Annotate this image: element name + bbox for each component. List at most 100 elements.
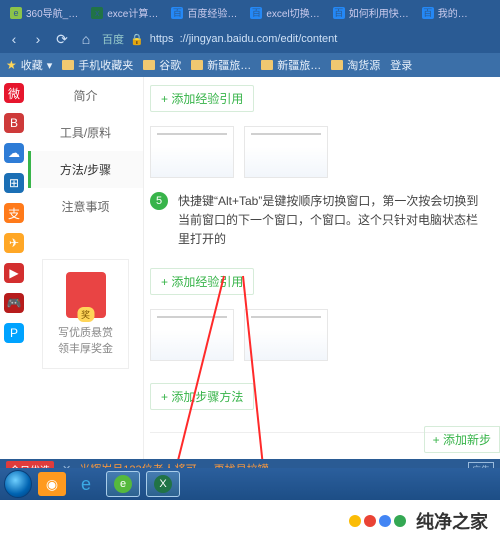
tab-favicon: 百 [250, 7, 262, 19]
reward-card[interactable]: 写优质悬赏 领丰厚奖金 [42, 259, 129, 369]
dot-icon [349, 515, 361, 527]
browser-icon: e [114, 475, 132, 493]
tab-favicon: 百 [333, 7, 345, 19]
sidebar-item-tools[interactable]: 工具/原料 [28, 114, 143, 151]
reward-gift-icon [66, 272, 106, 318]
bookmark-label: 登录 [390, 57, 412, 73]
tab-label: excel切换… [266, 5, 319, 20]
sidebar-item-steps[interactable]: 方法/步骤 [28, 151, 143, 188]
browser-left-rail: 微 B ☁ ⊞ 支 ✈ ▶ 🎮 P [0, 77, 28, 457]
step-number-badge: 5 [150, 192, 168, 210]
bookmark-mobile[interactable]: 手机收藏夹 [62, 57, 133, 73]
reward-text-1: 写优质悬赏 [49, 324, 122, 340]
rail-travel-icon[interactable]: ✈ [4, 233, 24, 253]
back-icon[interactable]: ‹ [6, 31, 22, 47]
reload-icon[interactable]: ⟳ [54, 31, 70, 48]
folder-icon [143, 60, 155, 70]
tab-favicon: e [10, 7, 22, 19]
tab-label: 360导航_… [26, 5, 78, 20]
taskbar-360browser-running[interactable]: e [106, 471, 140, 497]
tab-5[interactable]: 百我的… [416, 0, 474, 25]
rail-weibo-icon[interactable]: 微 [4, 83, 24, 103]
tab-0[interactable]: e 360导航_… [4, 0, 84, 25]
bookmark-google[interactable]: 谷歌 [143, 57, 181, 73]
tab-4[interactable]: 百如何利用快… [327, 0, 415, 25]
bookmark-label: 淘货源 [347, 57, 380, 73]
bookmark-login[interactable]: 登录 [390, 57, 412, 73]
tab-label: 我的… [438, 5, 468, 20]
editor-sidebar: 简介 工具/原料 方法/步骤 注意事项 写优质悬赏 领丰厚奖金 [28, 77, 144, 459]
url-https: https [150, 33, 174, 45]
star-icon: ★ [6, 58, 17, 72]
thumbnail[interactable] [150, 309, 234, 361]
dot-icon [379, 515, 391, 527]
tab-favicon: 百 [171, 7, 183, 19]
sidebar-item-intro[interactable]: 简介 [28, 77, 143, 114]
address-bar[interactable]: 百度 🔒 https ://jingyan.baidu.com/edit/cont… [102, 31, 494, 47]
taskbar-excel-running[interactable]: X [146, 471, 180, 497]
excel-icon: X [154, 475, 172, 493]
tab-2[interactable]: 百百度经验… [165, 0, 243, 25]
thumb-row-2 [150, 309, 486, 361]
home-icon[interactable]: ⌂ [78, 31, 94, 47]
nav-left-icons: ‹ › ⟳ ⌂ [6, 31, 94, 48]
bookmark-bar: ★收藏 ▾ 手机收藏夹 谷歌 新疆旅… 新疆旅… 淘货源 登录 [0, 53, 500, 77]
taskbar-360-icon[interactable]: ◉ [38, 472, 66, 496]
sidebar-item-notes[interactable]: 注意事项 [28, 188, 143, 225]
add-reference-button[interactable]: + 添加经验引用 [150, 85, 254, 112]
rail-bilibili-icon[interactable]: B [4, 113, 24, 133]
lock-icon: 🔒 [130, 33, 144, 46]
editor-main: + 添加经验引用 5 快捷键“Alt+Tab”是键按顺序切换窗口，第一次按会切换… [144, 77, 500, 459]
taskbar-ie-icon[interactable]: e [72, 472, 100, 496]
dot-icon [394, 515, 406, 527]
folder-icon [62, 60, 74, 70]
bookmark-label: 新疆旅… [207, 57, 251, 73]
thumbnail[interactable] [244, 309, 328, 361]
rail-p-icon[interactable]: P [4, 323, 24, 343]
tab-label: 如何利用快… [349, 5, 409, 20]
watermark-bar: 纯净之家 [0, 500, 500, 542]
tab-3[interactable]: 百 excel切换… [244, 0, 325, 25]
tab-1[interactable]: x exce计算… [85, 0, 164, 25]
page-content: 简介 工具/原料 方法/步骤 注意事项 写优质悬赏 领丰厚奖金 + 添加经验引用… [28, 77, 500, 459]
bookmark-xj2[interactable]: 新疆旅… [261, 57, 321, 73]
step-text[interactable]: 快捷键“Alt+Tab”是键按顺序切换窗口，第一次按会切换到当前窗口的下一个窗口… [178, 192, 486, 250]
tab-favicon: x [91, 7, 103, 19]
folder-icon [261, 60, 273, 70]
thumb-row-1 [150, 126, 486, 178]
fav-button[interactable]: ★收藏 ▾ [6, 57, 52, 73]
thumbnail[interactable] [150, 126, 234, 178]
add-new-step-button[interactable]: + 添加新步 [424, 426, 500, 453]
watermark-text: 纯净之家 [416, 508, 488, 534]
tab-label: exce计算… [107, 5, 158, 20]
fav-label: 收藏 [21, 57, 43, 73]
step-5: 5 快捷键“Alt+Tab”是键按顺序切换窗口，第一次按会切换到当前窗口的下一个… [150, 192, 486, 250]
add-step-method-button[interactable]: + 添加步骤方法 [150, 383, 254, 410]
nav-bar: ‹ › ⟳ ⌂ 百度 🔒 https ://jingyan.baidu.com/e… [0, 25, 500, 53]
windows-taskbar: ◉ e e X [0, 468, 500, 500]
dot-icon [364, 515, 376, 527]
reward-text-2: 领丰厚奖金 [49, 340, 122, 356]
rail-video-icon[interactable]: ▶ [4, 263, 24, 283]
folder-icon [191, 60, 203, 70]
url-text: ://jingyan.baidu.com/edit/content [180, 33, 338, 45]
bookmark-label: 新疆旅… [277, 57, 321, 73]
bookmark-label: 手机收藏夹 [78, 57, 133, 73]
add-reference-button[interactable]: + 添加经验引用 [150, 268, 254, 295]
watermark-logo [349, 515, 406, 527]
tab-label: 百度经验… [187, 5, 237, 20]
thumbnail[interactable] [244, 126, 328, 178]
forward-icon[interactable]: › [30, 31, 46, 47]
bookmark-label: 谷歌 [159, 57, 181, 73]
start-button[interactable] [4, 470, 32, 498]
rail-cloud-icon[interactable]: ☁ [4, 143, 24, 163]
site-label: 百度 [102, 31, 124, 47]
rail-game-icon[interactable]: 🎮 [4, 293, 24, 313]
bookmark-xj1[interactable]: 新疆旅… [191, 57, 251, 73]
rail-grid-icon[interactable]: ⊞ [4, 173, 24, 193]
folder-icon [331, 60, 343, 70]
tab-strip: e360导航_… xexce计算… 百百度经验… 百excel切换… 百如何利用… [0, 0, 500, 25]
rail-alipay-icon[interactable]: 支 [4, 203, 24, 223]
bookmark-taobao[interactable]: 淘货源 [331, 57, 380, 73]
tab-favicon: 百 [422, 7, 434, 19]
